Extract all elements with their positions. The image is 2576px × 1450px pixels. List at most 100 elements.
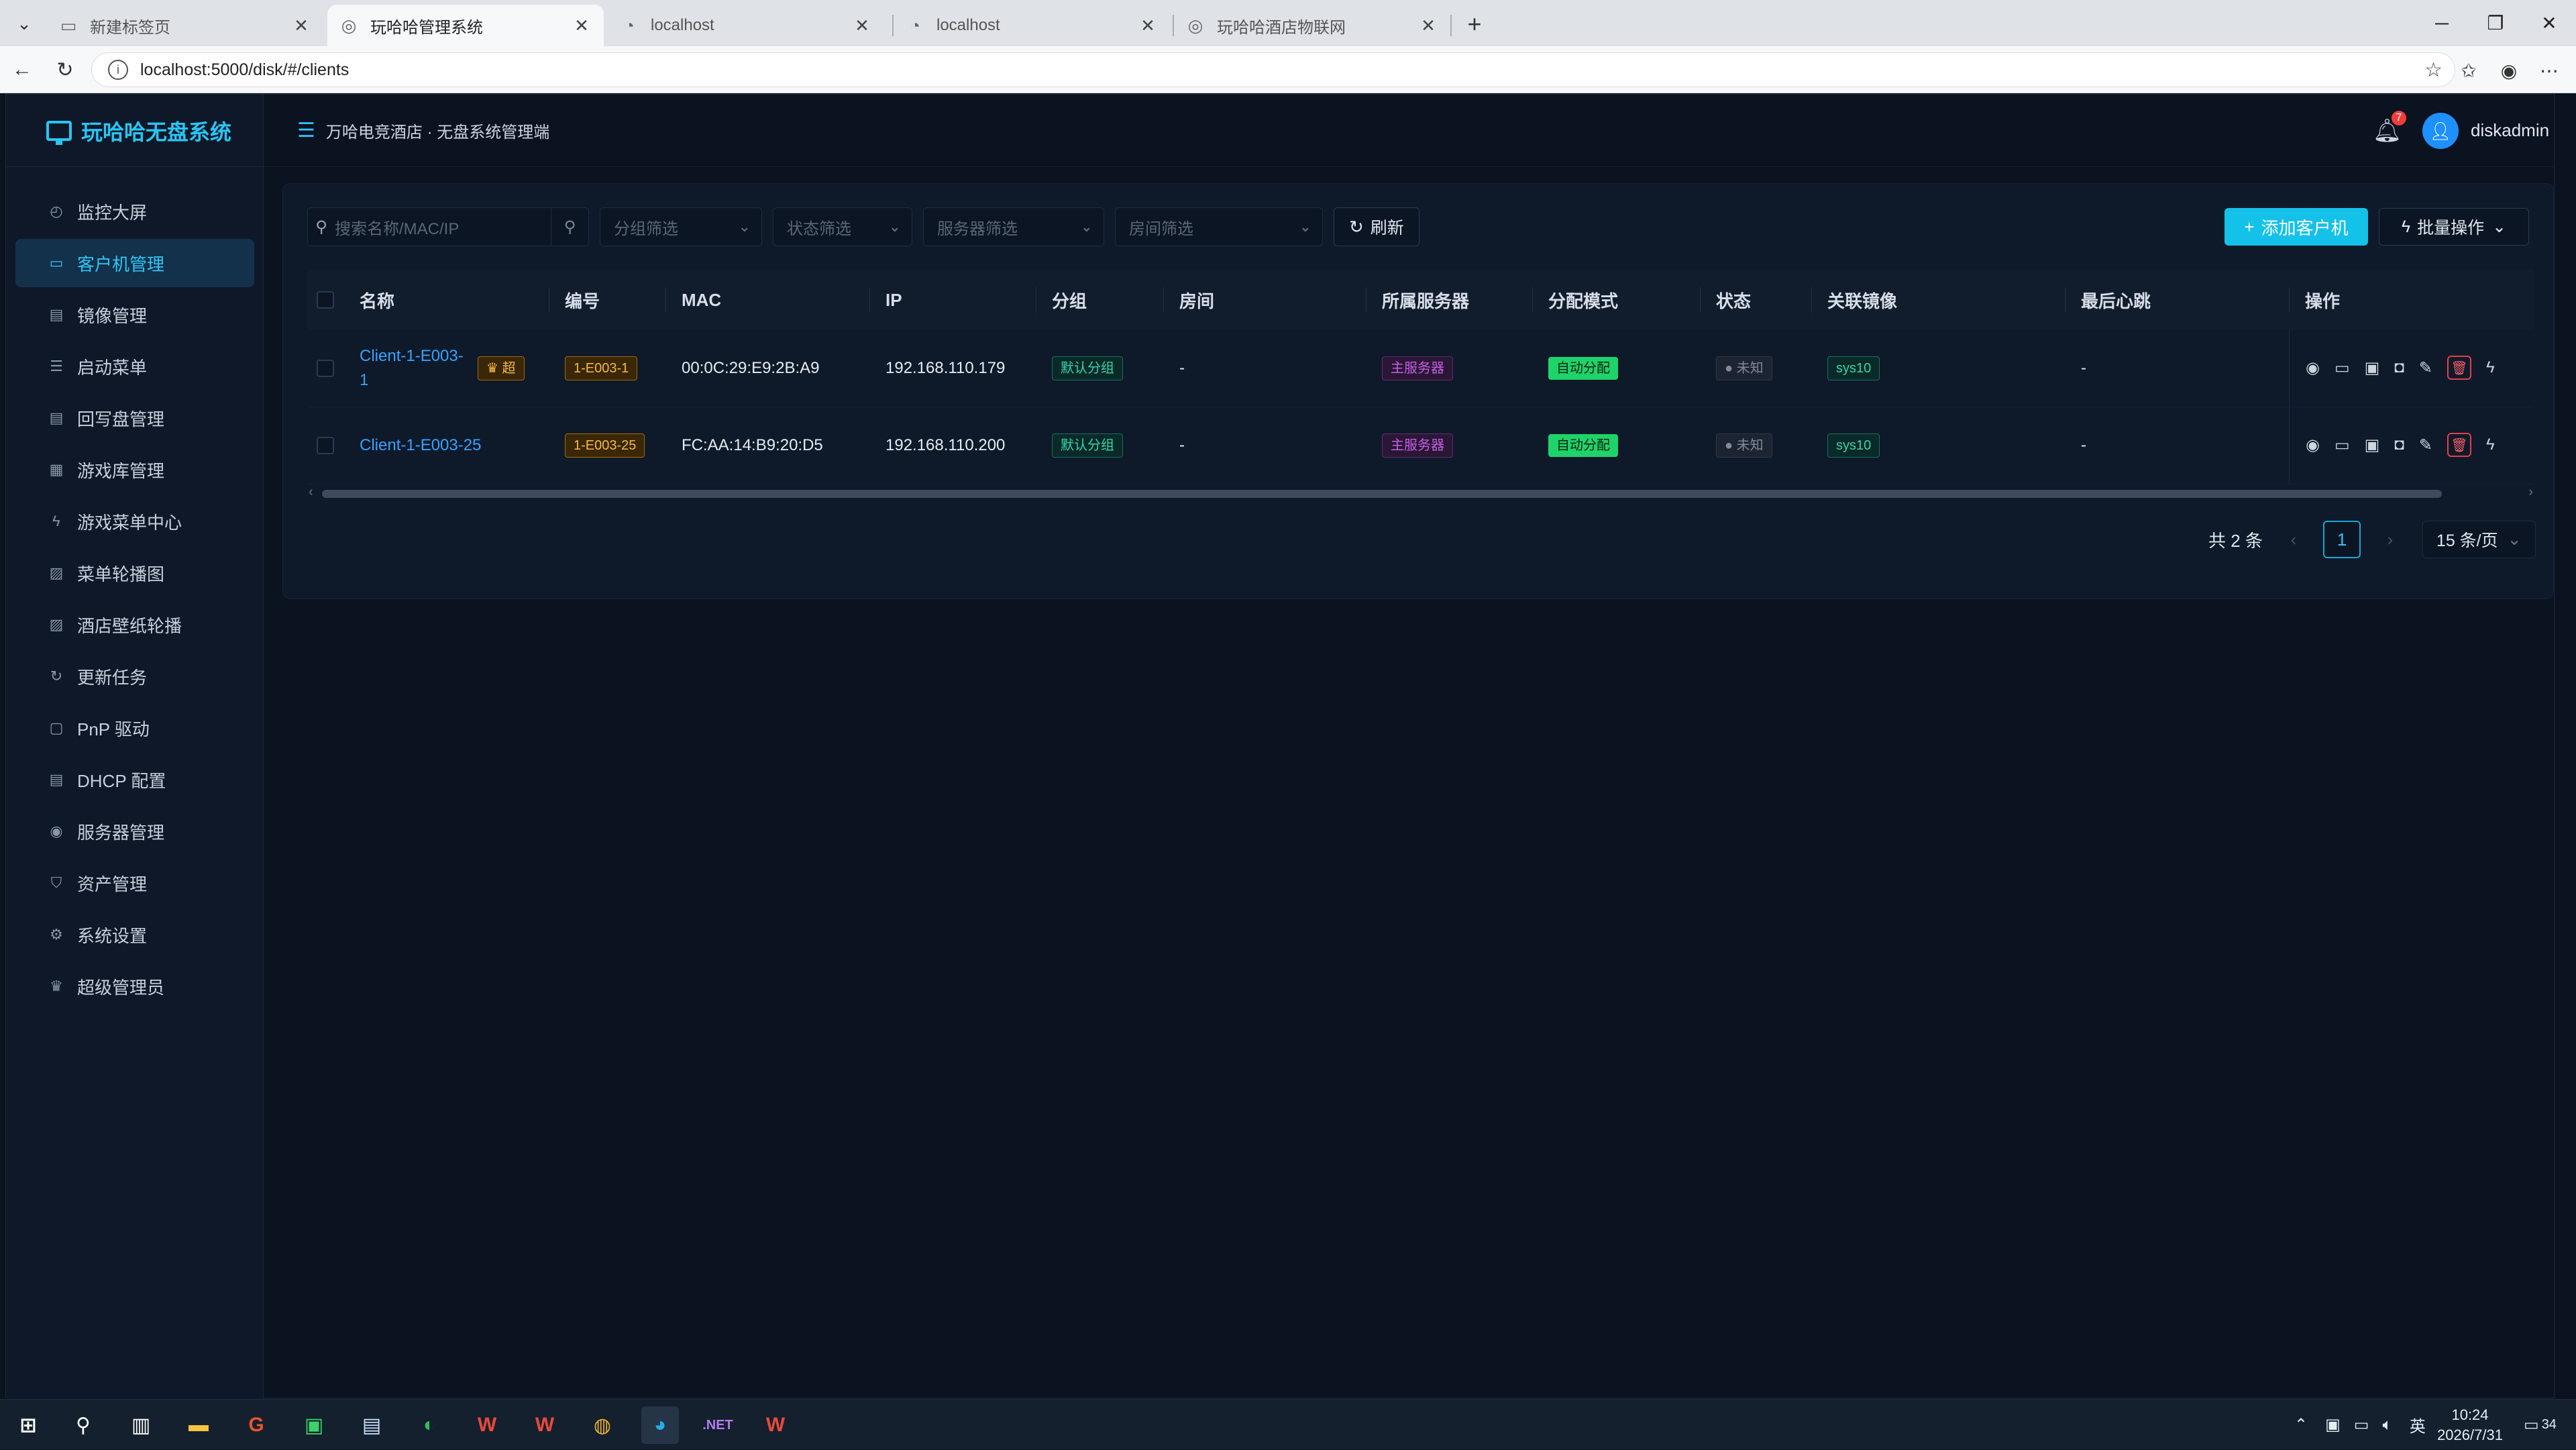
url-field[interactable]: i localhost:5000/disk/#/clients ☆ xyxy=(91,52,2455,87)
search-icon[interactable]: ⚲ xyxy=(64,1406,102,1444)
wps-icon[interactable]: W xyxy=(526,1406,564,1444)
camera-icon[interactable]: ◘ xyxy=(2394,358,2404,377)
reload-icon[interactable]: ↻ xyxy=(50,54,80,85)
close-icon[interactable]: ✕ xyxy=(852,15,872,36)
close-icon[interactable]: ✕ xyxy=(1418,15,1438,36)
refresh-button[interactable]: ↻ 刷新 xyxy=(1334,207,1419,246)
group-filter-select[interactable]: 分组筛选 ⌄ xyxy=(600,207,762,246)
browser-tab-iot[interactable]: ◎ 玩哈哈酒店物联网 ✕ xyxy=(1174,5,1450,46)
sidebar-item-clients[interactable]: ▭ 客户机管理 xyxy=(15,239,254,287)
col-server[interactable]: 所属服务器 xyxy=(1382,288,1469,313)
col-name[interactable]: 名称 xyxy=(360,288,394,313)
terminal-icon[interactable]: ▣ xyxy=(2365,435,2380,455)
username[interactable]: diskadmin xyxy=(2471,120,2549,141)
tab-list-chevron-icon[interactable]: ⌄ xyxy=(9,9,39,38)
scrollbar-thumb[interactable] xyxy=(322,490,2442,498)
notepad-icon[interactable]: ▤ xyxy=(353,1406,390,1444)
app-g-icon[interactable]: G xyxy=(237,1406,275,1444)
brand-logo[interactable]: 玩哈哈无盘系统 xyxy=(6,95,263,167)
sidebar-item-assets[interactable]: ⛉ 资产管理 xyxy=(15,859,254,907)
volume-icon[interactable]: 🔈︎ xyxy=(2382,1416,2392,1435)
next-page-icon[interactable]: › xyxy=(2371,521,2409,558)
edit-pencil-icon[interactable]: ✎ xyxy=(2419,435,2432,455)
col-mac[interactable]: MAC xyxy=(682,290,721,311)
col-status[interactable]: 状态 xyxy=(1716,288,1751,313)
client-name-link[interactable]: Client-1-E003-25 xyxy=(360,436,481,455)
horizontal-scrollbar[interactable]: ‹ › xyxy=(307,484,2534,501)
delete-trash-icon[interactable]: 🗑︎ xyxy=(2447,433,2471,457)
row-checkbox[interactable] xyxy=(317,437,334,454)
browser-tab-localhost-1[interactable]: ◔ localhost ✕ xyxy=(608,5,884,46)
remote-desktop-icon[interactable]: ▭ xyxy=(2334,435,2350,455)
back-arrow-icon[interactable]: ← xyxy=(7,54,38,85)
terminal-app-icon[interactable]: ▣ xyxy=(295,1406,333,1444)
sidebar-item-settings[interactable]: ⚙ 系统设置 xyxy=(15,911,254,959)
col-room[interactable]: 房间 xyxy=(1179,288,1214,313)
prev-page-icon[interactable]: ‹ xyxy=(2275,521,2312,558)
edge-icon[interactable]: ◕ xyxy=(641,1406,679,1444)
notification-center[interactable]: ▭ 34 xyxy=(2524,1400,2557,1450)
sidebar-item-menu-carousel[interactable]: ▨ 菜单轮播图 xyxy=(15,549,254,597)
wechat-icon[interactable]: ◐ xyxy=(411,1406,448,1444)
browser-tab-localhost-2[interactable]: ◔ localhost ✕ xyxy=(894,5,1170,46)
status-filter-select[interactable]: 状态筛选 ⌄ xyxy=(773,207,912,246)
menu-toggle-icon[interactable]: ☰ xyxy=(297,119,315,142)
chrome-icon[interactable]: ◍ xyxy=(584,1406,621,1444)
browser-tab-admin[interactable]: ◎ 玩哈哈管理系统 ✕ xyxy=(327,5,604,46)
sidebar-item-images[interactable]: ▤ 镜像管理 xyxy=(15,291,254,339)
sidebar-item-update-tasks[interactable]: ↻ 更新任务 xyxy=(15,652,254,701)
file-explorer-icon[interactable]: ▬ xyxy=(180,1406,217,1444)
page-button[interactable]: 1 xyxy=(2322,521,2361,558)
close-icon[interactable]: ✕ xyxy=(1138,15,1158,36)
row-checkbox[interactable] xyxy=(317,360,334,377)
col-group[interactable]: 分组 xyxy=(1052,288,1087,313)
sidebar-item-superadmin[interactable]: ♛ 超级管理员 xyxy=(15,962,254,1011)
wps-icon[interactable]: W xyxy=(757,1406,794,1444)
sidebar-item-game-library[interactable]: ▦ 游戏库管理 xyxy=(15,446,254,494)
sidebar-item-writeback[interactable]: ▤ 回写盘管理 xyxy=(15,394,254,442)
network-icon[interactable]: ▭ xyxy=(2354,1415,2369,1435)
more-menu-icon[interactable]: ⋯ xyxy=(2534,56,2564,85)
select-all-checkbox[interactable] xyxy=(317,291,334,309)
tray-expand-icon[interactable]: ⌃ xyxy=(2294,1415,2308,1435)
task-view-icon[interactable]: ▥ xyxy=(122,1406,160,1444)
col-ip[interactable]: IP xyxy=(885,290,902,311)
room-filter-select[interactable]: 房间筛选 ⌄ xyxy=(1115,207,1323,246)
restore-icon[interactable]: ❐ xyxy=(2469,0,2522,46)
bolt-icon[interactable]: ϟ xyxy=(2486,435,2495,454)
col-mode[interactable]: 分配模式 xyxy=(1548,288,1618,313)
close-icon[interactable]: ✕ xyxy=(572,15,592,36)
col-image[interactable]: 关联镜像 xyxy=(1827,288,1897,313)
browser-tab-newtab[interactable]: ▭ 新建标签页 ✕ xyxy=(47,5,323,46)
sidebar-item-boot-menu[interactable]: ☰ 启动菜单 xyxy=(15,342,254,391)
client-name-link[interactable]: Client-1-E003-1 xyxy=(360,344,467,393)
close-icon[interactable]: ✕ xyxy=(291,15,311,36)
sidebar-item-dhcp[interactable]: ▤ DHCP 配置 xyxy=(15,756,254,804)
delete-trash-icon[interactable]: 🗑︎ xyxy=(2447,356,2471,380)
wps-icon[interactable]: W xyxy=(468,1406,506,1444)
sidebar-item-servers[interactable]: ◉ 服务器管理 xyxy=(15,807,254,856)
site-info-icon[interactable]: i xyxy=(108,60,128,80)
view-eye-icon[interactable]: ◉ xyxy=(2306,435,2320,455)
close-window-icon[interactable]: ✕ xyxy=(2522,0,2576,46)
camera-icon[interactable]: ◘ xyxy=(2394,435,2404,454)
search-input[interactable]: ⚲ 搜索名称/MAC/IP ⚲ xyxy=(307,207,589,246)
dotnet-icon[interactable]: .NET xyxy=(699,1406,737,1444)
favorite-star-icon[interactable]: ☆ xyxy=(2424,58,2443,82)
col-heartbeat[interactable]: 最后心跳 xyxy=(2081,288,2151,313)
view-eye-icon[interactable]: ◉ xyxy=(2306,358,2320,378)
add-client-button[interactable]: + 添加客户机 xyxy=(2224,208,2368,246)
minimize-icon[interactable]: ─ xyxy=(2415,0,2469,46)
terminal-icon[interactable]: ▣ xyxy=(2365,358,2380,378)
ime-indicator[interactable]: 英 xyxy=(2410,1413,2426,1437)
tray-app-icon[interactable]: ▣ xyxy=(2325,1415,2341,1435)
edit-pencil-icon[interactable]: ✎ xyxy=(2419,358,2432,378)
col-code[interactable]: 编号 xyxy=(565,288,600,313)
sidebar-item-pnp[interactable]: ▢ PnP 驱动 xyxy=(15,704,254,752)
favorites-icon[interactable]: ✩ xyxy=(2454,56,2483,85)
scroll-right-icon[interactable]: › xyxy=(2528,484,2533,500)
remote-desktop-icon[interactable]: ▭ xyxy=(2334,358,2350,378)
batch-operations-button[interactable]: ϟ 批量操作 ⌄ xyxy=(2379,208,2529,246)
profile-icon[interactable]: ◉ xyxy=(2494,56,2524,85)
sidebar-item-game-menu[interactable]: ϟ 游戏菜单中心 xyxy=(15,497,254,546)
